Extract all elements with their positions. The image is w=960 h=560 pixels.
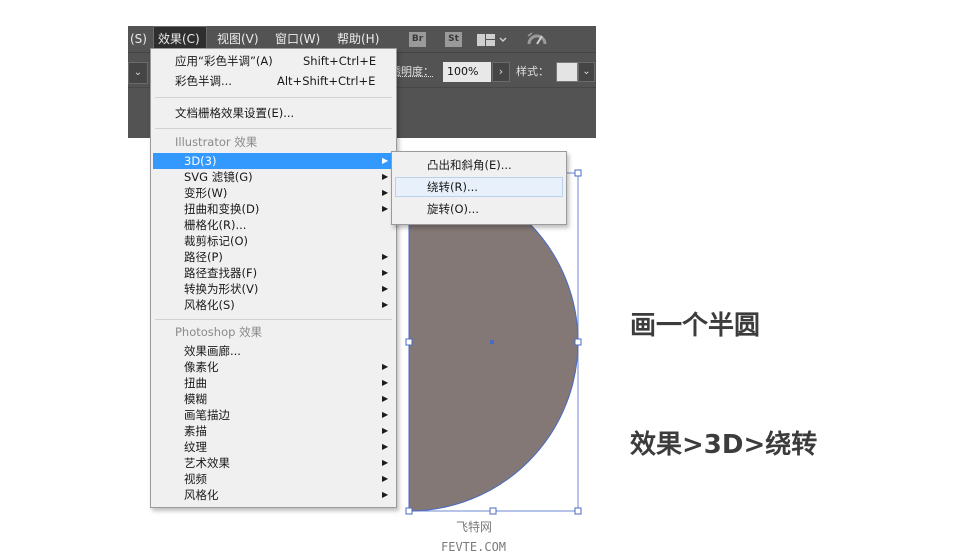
watermark-en: FEVTE.COM — [441, 540, 507, 554]
menu-brush-strokes[interactable]: 画笔描边 ▶ — [153, 407, 394, 423]
submenu-arrow-icon: ▶ — [382, 410, 389, 419]
submenu-arrow-icon: ▶ — [382, 378, 389, 387]
style-swatch[interactable] — [556, 62, 578, 82]
submenu-arrow-icon: ▶ — [382, 284, 389, 293]
submenu-arrow-icon: ▶ — [382, 442, 389, 451]
shortcut-label: Alt+Shift+Ctrl+E — [277, 74, 376, 88]
submenu-arrow-icon: ▶ — [382, 172, 389, 181]
menu-distort-transform[interactable]: 扭曲和变换(D) ▶ — [153, 201, 394, 217]
submenu-arrow-icon: ▶ — [382, 474, 389, 483]
submenu-arrow-icon: ▶ — [382, 268, 389, 277]
opacity-arrow-button[interactable]: › — [492, 62, 510, 82]
menu-apply-last-effect[interactable]: 应用“彩色半调”(A) Shift+Ctrl+E — [153, 53, 394, 69]
submenu-3d: 凸出和斜角(E)... 绕转(R)... 旋转(O)... — [391, 151, 567, 225]
menu-3d[interactable]: 3D(3) ▶ — [153, 153, 394, 169]
handle-middle-left[interactable] — [405, 338, 413, 346]
submenu-arrow-icon: ▶ — [382, 490, 389, 499]
menu-pathfinder[interactable]: 路径查找器(F) ▶ — [153, 265, 394, 281]
illustrator-effects-header: Illustrator 效果 — [175, 135, 258, 149]
submenu-arrow-icon: ▶ — [382, 362, 389, 371]
handle-bottom-left[interactable] — [405, 507, 413, 515]
menu-ps-stylize[interactable]: 风格化 ▶ — [153, 487, 394, 503]
menu-separator — [155, 319, 392, 320]
stock-button[interactable]: St — [445, 32, 462, 47]
menu-crop-marks[interactable]: 裁剪标记(O) — [153, 233, 394, 249]
menu-path[interactable]: 路径(P) ▶ — [153, 249, 394, 265]
menu-extrude-bevel[interactable]: 凸出和斜角(E)... — [395, 155, 563, 175]
submenu-arrow-icon: ▶ — [382, 458, 389, 467]
effect-menu: 应用“彩色半调”(A) Shift+Ctrl+E 彩色半调... Alt+Shi… — [150, 48, 397, 508]
gpu-performance-icon[interactable] — [526, 30, 548, 52]
step-caption-draw-half-circle: 画一个半圆 — [630, 311, 761, 341]
step-caption-effect-path: 效果>3D>绕转 — [630, 430, 818, 460]
style-label: 样式： — [516, 65, 549, 78]
menu-rasterize[interactable]: 栅格化(R)... — [153, 217, 394, 233]
handle-middle-right[interactable] — [574, 338, 582, 346]
menu-blur[interactable]: 模糊 ▶ — [153, 391, 394, 407]
center-point — [490, 340, 494, 344]
menu-artistic[interactable]: 艺术效果 ▶ — [153, 455, 394, 471]
menu-warp[interactable]: 变形(W) ▶ — [153, 185, 394, 201]
menu-separator — [155, 97, 392, 98]
menu-svg-filters[interactable]: SVG 滤镜(G) ▶ — [153, 169, 394, 185]
watermark-cn: 飞特网 — [456, 520, 493, 534]
menu-revolve[interactable]: 绕转(R)... — [395, 177, 563, 197]
submenu-arrow-icon: ▶ — [382, 252, 389, 261]
menu-texture[interactable]: 纹理 ▶ — [153, 439, 394, 455]
toolbar-dropdown-left[interactable]: ⌄ — [128, 62, 148, 84]
menu-separator — [155, 128, 392, 129]
submenu-arrow-icon: ▶ — [382, 394, 389, 403]
menu-pixelate[interactable]: 像素化 ▶ — [153, 359, 394, 375]
workspace-layout-icon[interactable] — [477, 32, 507, 51]
handle-bottom-center[interactable] — [489, 507, 497, 515]
submenu-arrow-icon: ▶ — [382, 188, 389, 197]
menu-last-effect[interactable]: 彩色半调... Alt+Shift+Ctrl+E — [153, 73, 394, 89]
menu-effect-gallery[interactable]: 效果画廊... — [153, 343, 394, 359]
submenu-arrow-icon: ▶ — [382, 300, 389, 309]
menu-document-raster-settings[interactable]: 文档栅格效果设置(E)... — [153, 105, 394, 121]
submenu-arrow-icon: ▶ — [382, 426, 389, 435]
submenu-arrow-icon: ▶ — [382, 156, 389, 165]
menu-ps-distort[interactable]: 扭曲 ▶ — [153, 375, 394, 391]
menu-select-partial[interactable]: (S) — [126, 26, 151, 52]
bridge-button[interactable]: Br — [409, 32, 426, 47]
style-dropdown-button[interactable]: ⌄ — [578, 62, 595, 82]
photoshop-effects-header: Photoshop 效果 — [175, 325, 263, 339]
menu-video[interactable]: 视频 ▶ — [153, 471, 394, 487]
menu-stylize[interactable]: 风格化(S) ▶ — [153, 297, 394, 313]
menu-rotate[interactable]: 旋转(O)... — [395, 199, 563, 219]
handle-bottom-right[interactable] — [574, 507, 582, 515]
opacity-input[interactable]: 100% — [443, 62, 491, 82]
submenu-arrow-icon: ▶ — [382, 204, 389, 213]
menu-convert-to-shape[interactable]: 转换为形状(V) ▶ — [153, 281, 394, 297]
menu-sketch[interactable]: 素描 ▶ — [153, 423, 394, 439]
handle-top-right[interactable] — [574, 169, 582, 177]
